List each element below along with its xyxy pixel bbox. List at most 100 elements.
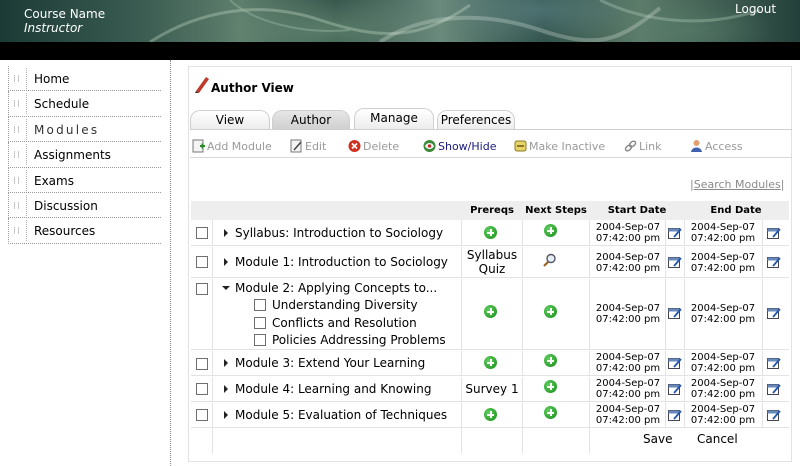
tab-view[interactable]: View	[190, 110, 270, 130]
collapse-triangle-icon[interactable]	[222, 286, 230, 290]
module-title[interactable]: Syllabus: Introduction to Sociology	[235, 226, 443, 240]
sidebar-item-exams[interactable]: Exams	[8, 167, 161, 193]
row-checkbox[interactable]	[196, 227, 208, 239]
prereq-link[interactable]: Survey 1	[463, 382, 521, 396]
module-title[interactable]: Module 1: Introduction to Sociology	[235, 255, 448, 269]
nav-marker-icon	[14, 227, 19, 235]
section-checkbox[interactable]	[254, 299, 266, 311]
magnifier-icon[interactable]	[543, 253, 557, 267]
section-checkbox[interactable]	[254, 334, 266, 346]
start-date-time: 07:42:00 pm	[595, 415, 661, 426]
nav-marker-icon	[14, 125, 19, 133]
prereq-link[interactable]: Syllabus Quiz	[463, 248, 521, 276]
nav-divider	[26, 220, 27, 242]
add-prereq-icon[interactable]	[484, 305, 497, 318]
table-row: Module 4: Learning and Knowing Survey 1 …	[191, 377, 789, 402]
nav-marker-icon	[14, 176, 19, 184]
calendar-edit-icon[interactable]	[668, 356, 682, 369]
search-modules-link[interactable]: Search Modules	[694, 178, 781, 191]
col-divider	[212, 247, 213, 277]
expand-triangle-icon[interactable]	[224, 229, 228, 237]
section-title[interactable]: Understanding Diversity	[272, 298, 418, 312]
sidebar-item-schedule[interactable]: Schedule	[8, 91, 161, 117]
start-date-day: 2004-Sep-07	[595, 303, 661, 314]
expand-triangle-icon[interactable]	[224, 359, 228, 367]
delete-label: Delete	[363, 140, 400, 153]
col-divider	[684, 247, 685, 277]
col-divider	[589, 403, 590, 427]
end-date-time: 07:42:00 pm	[690, 233, 756, 244]
sidebar-item-label: Resources	[34, 224, 96, 239]
module-title[interactable]: Module 2: Applying Concepts to...	[235, 281, 437, 295]
calendar-edit-icon[interactable]	[767, 408, 781, 421]
add-next-step-icon[interactable]	[544, 354, 557, 367]
nav-marker-icon	[14, 75, 19, 82]
col-divider	[665, 351, 666, 375]
end-date: 2004-Sep-07 07:42:00 pm	[686, 378, 760, 400]
add-module-label: Add Module	[207, 140, 272, 153]
col-divider	[522, 220, 523, 245]
row-checkbox[interactable]	[196, 409, 208, 421]
end-date-day: 2004-Sep-07	[690, 378, 756, 389]
sidebar-item-modules[interactable]: Modules	[8, 116, 161, 143]
separator: |	[780, 178, 785, 191]
col-divider	[589, 351, 590, 375]
end-date-time: 07:42:00 pm	[690, 363, 756, 374]
prereq-line: Quiz	[478, 262, 506, 276]
add-prereq-icon[interactable]	[484, 408, 497, 421]
tab-manage[interactable]: Manage	[354, 108, 434, 130]
calendar-edit-icon[interactable]	[668, 306, 682, 319]
start-date: 2004-Sep-07 07:42:00 pm	[592, 303, 664, 325]
expand-triangle-icon[interactable]	[224, 411, 228, 419]
add-next-step-icon[interactable]	[544, 305, 557, 318]
module-title[interactable]: Module 5: Evaluation of Techniques	[235, 408, 447, 422]
calendar-edit-icon[interactable]	[668, 226, 682, 239]
start-date-day: 2004-Sep-07	[595, 378, 661, 389]
row-checkbox[interactable]	[196, 358, 208, 370]
calendar-edit-icon[interactable]	[668, 255, 682, 268]
col-divider	[684, 220, 685, 245]
module-title[interactable]: Module 4: Learning and Knowing	[235, 382, 431, 396]
module-title[interactable]: Module 3: Extend Your Learning	[235, 356, 425, 370]
tab-author[interactable]: Author	[272, 110, 350, 130]
make-inactive-label: Make Inactive	[529, 140, 606, 153]
col-divider	[212, 279, 213, 349]
col-divider	[684, 351, 685, 375]
sidebar-item-assignments[interactable]: Assignments	[8, 142, 161, 168]
col-divider	[665, 247, 666, 277]
section-title[interactable]: Conflicts and Resolution	[272, 316, 417, 330]
sidebar-item-home[interactable]: Home	[8, 66, 161, 92]
section-title[interactable]: Policies Addressing Problems	[272, 333, 446, 347]
calendar-edit-icon[interactable]	[767, 356, 781, 369]
add-next-step-icon[interactable]	[544, 406, 557, 419]
col-divider	[684, 403, 685, 427]
calendar-edit-icon[interactable]	[767, 306, 781, 319]
nav-divider	[26, 144, 27, 166]
col-divider	[665, 403, 666, 427]
end-date-day: 2004-Sep-07	[690, 404, 756, 415]
sidebar-item-resources[interactable]: Resources	[8, 218, 161, 244]
calendar-edit-icon[interactable]	[668, 382, 682, 395]
cancel-button[interactable]: Cancel	[697, 432, 738, 446]
add-next-step-icon[interactable]	[544, 224, 557, 237]
calendar-edit-icon[interactable]	[767, 255, 781, 268]
calendar-edit-icon[interactable]	[668, 408, 682, 421]
row-checkbox[interactable]	[196, 383, 208, 395]
add-next-step-icon[interactable]	[544, 380, 557, 393]
add-prereq-icon[interactable]	[484, 226, 497, 239]
calendar-edit-icon[interactable]	[767, 226, 781, 239]
expand-triangle-icon[interactable]	[224, 258, 228, 266]
end-date: 2004-Sep-07 07:42:00 pm	[686, 222, 760, 244]
calendar-edit-icon[interactable]	[767, 382, 781, 395]
start-date: 2004-Sep-07 07:42:00 pm	[592, 378, 664, 400]
save-button[interactable]: Save	[643, 432, 672, 446]
tab-underline	[190, 129, 792, 130]
row-checkbox[interactable]	[196, 256, 208, 268]
add-prereq-icon[interactable]	[484, 356, 497, 369]
expand-triangle-icon[interactable]	[224, 385, 228, 393]
row-checkbox[interactable]	[196, 283, 208, 295]
sidebar-item-discussion[interactable]: Discussion	[8, 192, 161, 219]
section-checkbox[interactable]	[254, 317, 266, 329]
tab-preferences[interactable]: Preferences	[437, 110, 515, 130]
logout-link[interactable]: Logout	[735, 2, 776, 16]
